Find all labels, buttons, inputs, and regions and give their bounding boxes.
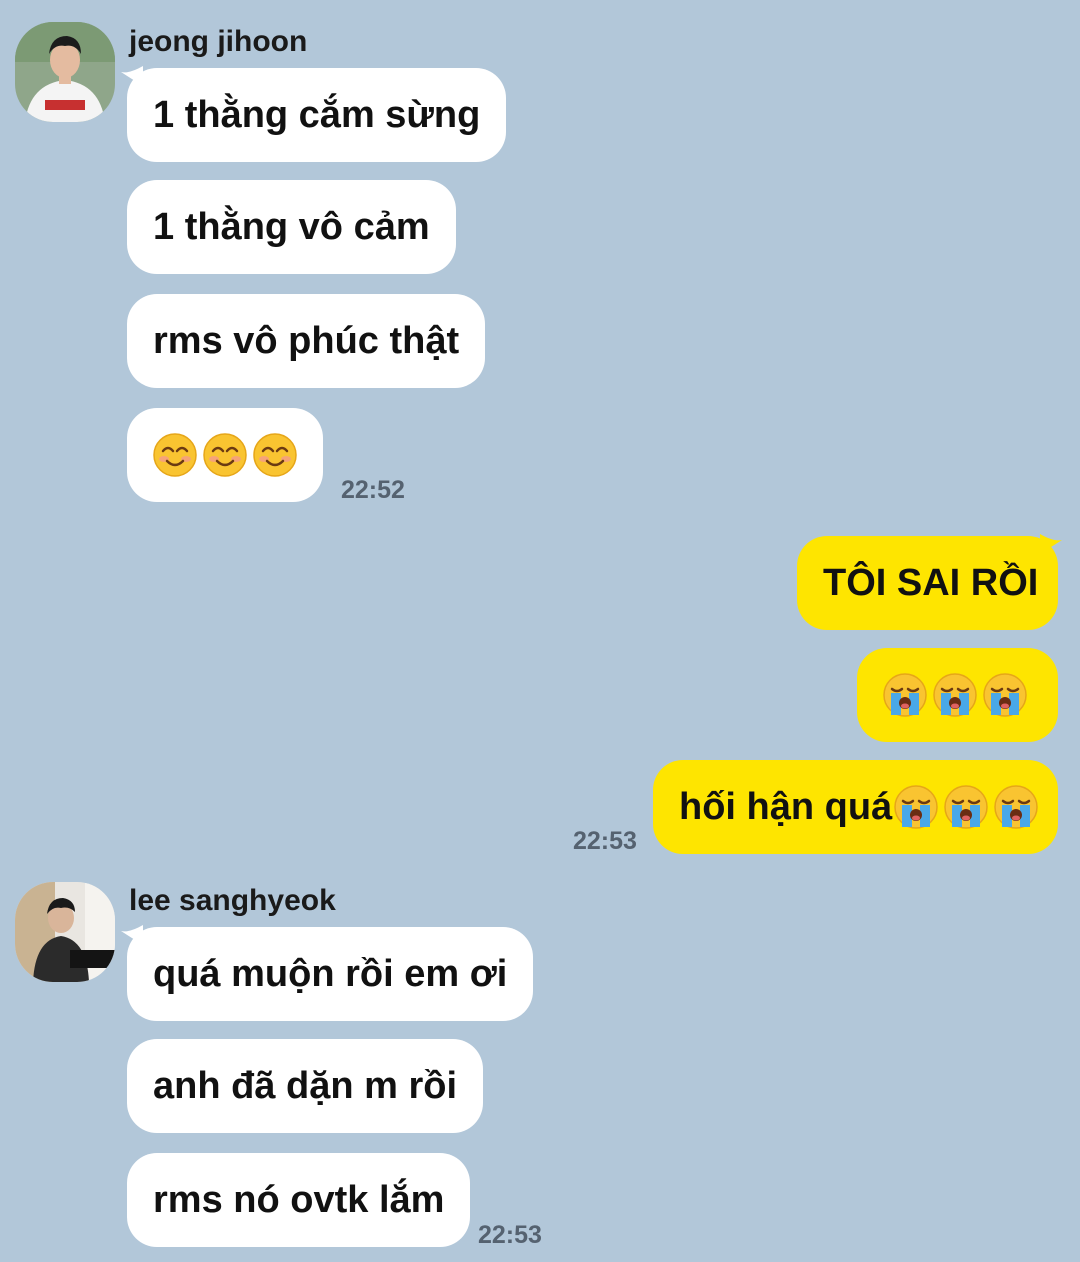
- crying-face-emoji-icon: [933, 673, 977, 717]
- crying-face-emoji-icon: [983, 673, 1027, 717]
- emoji-row: [153, 433, 297, 477]
- message-bubble[interactable]: 1 thằng cắm sừng: [127, 68, 507, 162]
- message-bubble[interactable]: TÔI SAI RỒI: [797, 536, 1058, 630]
- message-text: rms vô phúc thật: [153, 319, 460, 362]
- message-text: hối hận quá: [679, 785, 893, 828]
- avatar-lee-sanghyeok[interactable]: [15, 882, 115, 982]
- smiling-face-emoji-icon: [203, 433, 247, 477]
- avatar-photo-icon: [15, 22, 115, 122]
- message-text: 1 thằng vô cảm: [153, 205, 430, 248]
- message-text: quá muộn rồi em ơi: [153, 952, 508, 995]
- message-time: 22:52: [341, 476, 405, 504]
- crying-face-emoji-icon: [883, 673, 927, 717]
- message-bubble[interactable]: [127, 408, 323, 502]
- sender-name: jeong jihoon: [129, 25, 308, 58]
- message-text: anh đã dặn m rồi: [153, 1064, 458, 1107]
- smiling-face-emoji-icon: [253, 433, 297, 477]
- crying-face-emoji-icon: [894, 785, 938, 829]
- message-text: rms nó ovtk lắm: [153, 1178, 445, 1221]
- message-bubble[interactable]: [857, 648, 1058, 742]
- message-bubble[interactable]: anh đã dặn m rồi: [127, 1039, 484, 1133]
- message-bubble[interactable]: 1 thằng vô cảm: [127, 180, 456, 274]
- avatar-photo-icon: [15, 882, 115, 982]
- message-time: 22:53: [478, 1221, 542, 1249]
- crying-face-emoji-icon: [994, 785, 1038, 829]
- crying-face-emoji-icon: [944, 785, 988, 829]
- message-bubble[interactable]: rms vô phúc thật: [127, 294, 486, 388]
- message-bubble[interactable]: quá muộn rồi em ơi: [127, 927, 534, 1021]
- emoji-row: [894, 785, 1038, 829]
- message-text: TÔI SAI RỒI: [823, 561, 1039, 604]
- message-bubble[interactable]: rms nó ovtk lắm: [127, 1153, 471, 1247]
- message-bubble[interactable]: hối hận quá: [653, 760, 1058, 854]
- message-text: 1 thằng cắm sừng: [153, 93, 481, 136]
- avatar-jeong-jihoon[interactable]: [15, 22, 115, 122]
- smiling-face-emoji-icon: [153, 433, 197, 477]
- emoji-row: [883, 673, 1027, 717]
- sender-name: lee sanghyeok: [129, 884, 336, 917]
- message-time: 22:53: [573, 827, 637, 855]
